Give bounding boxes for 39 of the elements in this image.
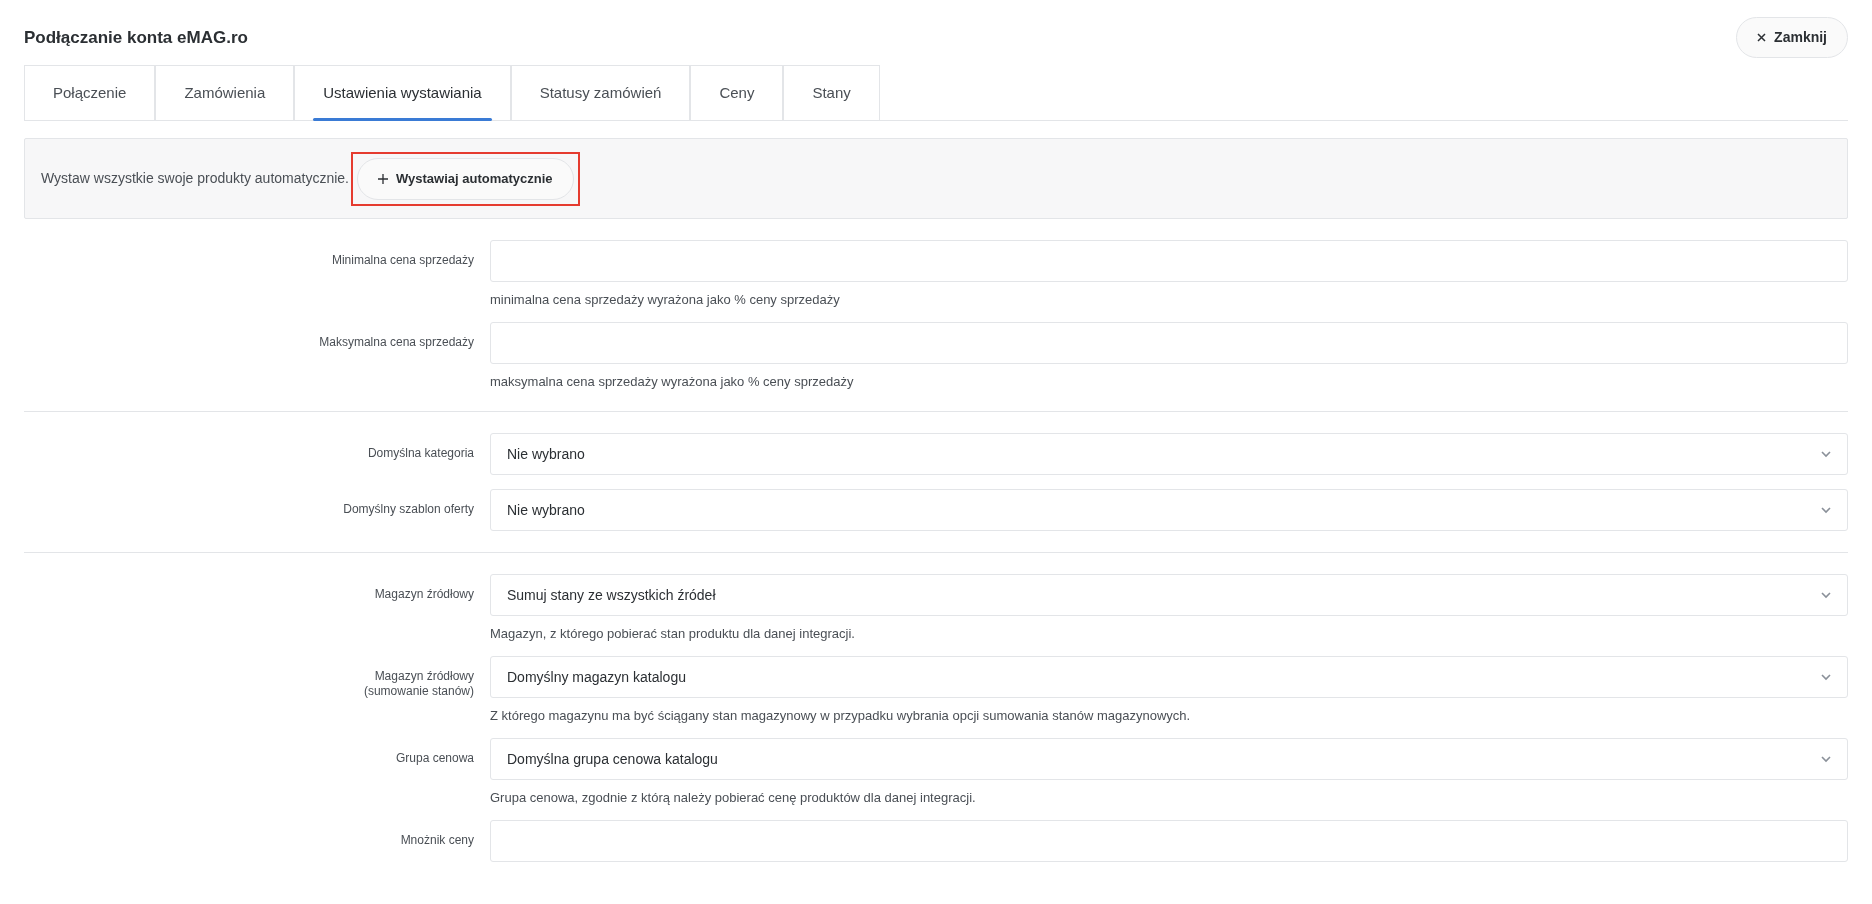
close-icon [1757,33,1767,42]
chevron-down-icon [1821,591,1831,599]
field-label: Mnożnik ceny [400,833,474,848]
auto-list-button[interactable]: Wystawiaj automatycznie [357,157,574,200]
close-button[interactable]: Zamknij [1736,17,1848,58]
chevron-down-icon [1821,450,1831,458]
banner-text: Wystaw wszystkie swoje produkty automatycznie. [41,169,349,188]
tab[interactable]: Ustawienia wystawiania [294,65,511,120]
input-field[interactable] [490,820,1848,862]
field-label: Maksymalna cena sprzedaży [319,335,474,350]
select-field[interactable]: Domyślny magazyn katalogu [490,656,1848,698]
field-sublabel: (sumowanie stanów) [363,684,474,699]
tab[interactable]: Połączenie [24,65,156,120]
tab[interactable]: Ceny [690,65,784,120]
tab[interactable]: Zamówienia [155,65,295,120]
field-label: Magazyn źródłowy [374,669,474,684]
field-label: Domyślna kategoria [367,446,474,461]
select-field[interactable]: Domyślna grupa cenowa katalogu [490,738,1848,780]
tab[interactable]: Statusy zamówień [510,65,691,120]
help-text: minimalna cena sprzedaży wyrażona jako % ceny sprzedaży [490,292,841,308]
tab[interactable]: Stany [783,65,880,120]
plus-icon [378,173,388,184]
chevron-down-icon [1821,506,1831,514]
chevron-down-icon [1821,673,1831,681]
help-text: Z którego magazynu ma być ściągany stan magazynowy w przypadku wybrania opcji sumowania stanów magazynowych. [490,708,1192,724]
help-text: Grupa cenowa, zgodnie z którą należy pobierać cenę produktów dla danej integracji. [490,790,977,806]
input-field[interactable] [490,322,1848,364]
field-label: Minimalna cena sprzedaży [331,253,474,268]
input-field[interactable] [490,240,1848,282]
page-title: Podłączanie konta eMAG.ro [24,26,248,49]
help-text: maksymalna cena sprzedaży wyrażona jako % ceny sprzedaży [490,374,855,390]
select-field[interactable]: Sumuj stany ze wszystkich źródeł [490,574,1848,616]
field-label: Magazyn źródłowy [374,587,474,602]
select-field[interactable]: Nie wybrano [490,433,1848,475]
field-label: Grupa cenowa [395,751,474,766]
help-text: Magazyn, z którego pobierać stan produktu dla danej integracji. [490,626,856,642]
field-label: Domyślny szablon oferty [343,502,474,517]
chevron-down-icon [1821,755,1831,763]
select-field[interactable]: Nie wybrano [490,489,1848,531]
